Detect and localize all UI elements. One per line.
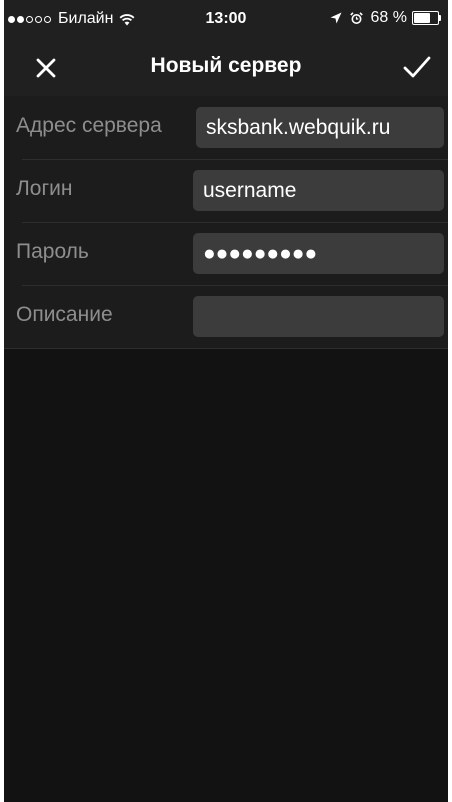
battery-tip — [439, 15, 441, 21]
password-label: Пароль — [16, 240, 89, 263]
login-label: Логин — [16, 177, 73, 200]
battery-icon — [412, 11, 442, 25]
battery-level — [414, 13, 430, 23]
form-row-server-address: Адрес сервера — [4, 96, 448, 159]
app-screen: Билайн 13:00 68 % Новый сервер Адрес сер… — [4, 0, 448, 802]
server-address-input[interactable] — [196, 107, 444, 148]
server-form: Адрес сервера Логин Пароль Описание — [4, 96, 448, 349]
navigation-bar: Новый сервер — [4, 40, 448, 96]
location-arrow-icon — [330, 12, 342, 24]
status-bar-right: 68 % — [330, 9, 442, 27]
server-address-label: Адрес сервера — [16, 114, 162, 137]
login-input[interactable] — [193, 170, 444, 211]
status-bar: Билайн 13:00 68 % — [4, 0, 448, 40]
password-input[interactable] — [193, 233, 444, 274]
form-row-password: Пароль — [4, 222, 448, 285]
checkmark-icon[interactable] — [402, 54, 432, 80]
description-label: Описание — [16, 303, 113, 326]
form-row-login: Логин — [4, 159, 448, 222]
page-title: Новый сервер — [150, 54, 302, 77]
form-divider — [4, 348, 448, 349]
alarm-clock-icon — [349, 11, 363, 24]
form-row-description: Описание — [4, 285, 448, 348]
battery-percentage: 68 % — [370, 9, 407, 26]
description-input[interactable] — [193, 296, 444, 337]
